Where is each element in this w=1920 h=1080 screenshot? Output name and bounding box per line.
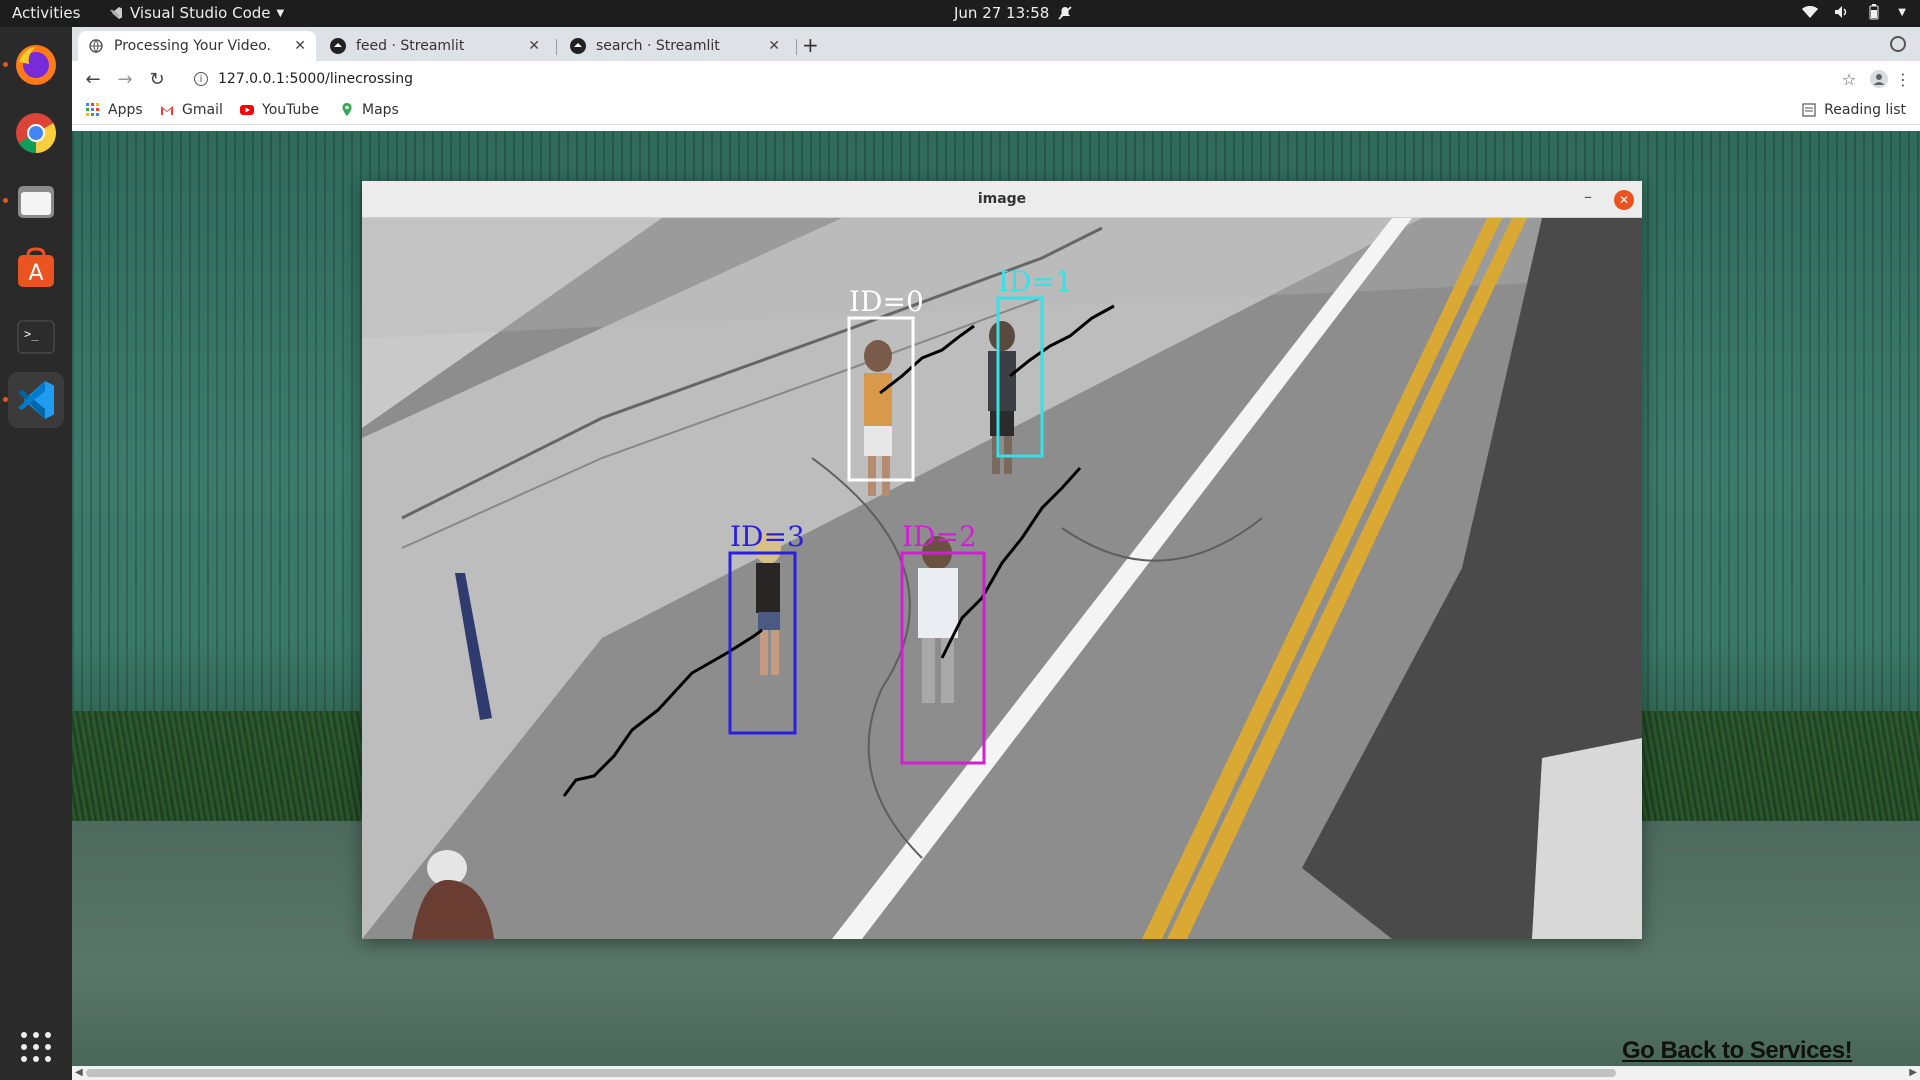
curb-corner xyxy=(1532,738,1642,939)
label-id-0: ID=0 xyxy=(849,285,924,318)
opencv-image-window: image – ✕ ID=0 ID=1 ID=2 ID=3 xyxy=(362,181,1642,939)
battery-icon xyxy=(1866,4,1882,20)
bookmark-youtube[interactable]: YouTube xyxy=(240,102,319,118)
bookmarks-bar: Apps Gmail YouTube Maps Reading list xyxy=(72,97,1920,125)
tab-title: feed · Streamlit xyxy=(356,38,465,54)
files-icon xyxy=(18,186,54,218)
vscode-small-icon xyxy=(108,5,124,21)
back-arrow-icon[interactable]: ← xyxy=(82,68,104,90)
dock-firefox[interactable] xyxy=(8,37,64,93)
vscode-icon xyxy=(18,381,54,419)
tab-strip: Processing Your Video. ✕ feed · Streamli… xyxy=(72,27,1920,61)
dock-files[interactable] xyxy=(8,173,64,229)
bookmark-label: YouTube xyxy=(262,102,319,118)
profile-avatar-icon[interactable] xyxy=(1868,68,1890,90)
activities-button[interactable]: Activities xyxy=(12,4,80,22)
reading-list-icon xyxy=(1802,103,1816,117)
volume-icon xyxy=(1834,4,1850,20)
running-indicator xyxy=(3,397,8,402)
tab-separator xyxy=(796,39,797,55)
label-id-1: ID=1 xyxy=(998,265,1073,298)
chrome-window: Processing Your Video. ✕ feed · Streamli… xyxy=(72,27,1920,1080)
tab-title: Processing Your Video. xyxy=(114,38,271,54)
url-text: 127.0.0.1:5000/linecrossing xyxy=(218,71,414,87)
dock: A >_ xyxy=(0,27,72,1080)
tab-title: search · Streamlit xyxy=(596,38,720,54)
go-back-link[interactable]: Go Back to Services! xyxy=(1622,1037,1853,1065)
forward-arrow-icon[interactable]: → xyxy=(114,68,136,90)
system-tray[interactable]: ▼ xyxy=(1802,4,1906,20)
notifications-muted-icon xyxy=(1057,5,1073,21)
dock-terminal[interactable]: >_ xyxy=(8,309,64,365)
window-title: image xyxy=(977,191,1027,207)
show-applications-button[interactable] xyxy=(18,1029,54,1065)
dock-chrome[interactable] xyxy=(8,105,64,161)
video-frame: ID=0 ID=1 ID=2 ID=3 xyxy=(362,218,1642,939)
clock[interactable]: Jun 27 13:58 xyxy=(954,4,1073,22)
address-bar[interactable]: i 127.0.0.1:5000/linecrossing xyxy=(180,65,1820,93)
gmail-icon xyxy=(161,106,173,115)
reload-icon[interactable]: ↻ xyxy=(146,68,168,90)
scroll-right-arrow-icon[interactable]: ▶ xyxy=(1909,1067,1917,1078)
wifi-icon xyxy=(1802,4,1819,20)
system-top-bar: Activities Visual Studio Code ▼ Jun 27 1… xyxy=(0,0,1920,27)
firefox-icon xyxy=(16,45,56,85)
close-tab-icon[interactable]: ✕ xyxy=(768,38,780,54)
browser-toolbar: ← → ↻ i 127.0.0.1:5000/linecrossing ☆ ⋮ xyxy=(72,61,1920,97)
dock-software[interactable]: A xyxy=(8,241,64,297)
app-menu[interactable]: Visual Studio Code ▼ xyxy=(108,4,284,22)
power-menu-chevron-icon: ▼ xyxy=(1898,6,1906,18)
running-indicator xyxy=(3,62,8,67)
apps-grid-icon xyxy=(86,103,99,116)
bookmark-apps[interactable]: Apps xyxy=(86,102,143,118)
running-indicator xyxy=(3,198,8,203)
streamlit-icon xyxy=(570,38,586,54)
reading-list-label: Reading list xyxy=(1824,102,1906,118)
close-window-icon[interactable]: ✕ xyxy=(1614,190,1634,210)
bookmark-maps[interactable]: Maps xyxy=(340,102,399,118)
tab-search-icon[interactable] xyxy=(1890,36,1906,52)
clock-text: Jun 27 13:58 xyxy=(954,4,1050,22)
label-id-2: ID=2 xyxy=(902,520,977,553)
reading-list-button[interactable]: Reading list xyxy=(1802,102,1906,118)
bookmark-label: Gmail xyxy=(182,102,223,118)
window-titlebar: image – ✕ xyxy=(362,181,1642,218)
streamlit-icon xyxy=(330,38,346,54)
svg-text:>_: >_ xyxy=(24,327,39,341)
scroll-left-arrow-icon[interactable]: ◀ xyxy=(75,1067,83,1078)
software-store-icon: A xyxy=(18,247,54,287)
tab-separator xyxy=(556,39,557,55)
page-background: image – ✕ ID=0 ID=1 ID=2 ID=3 Go Back to… xyxy=(72,131,1920,1066)
scrollbar-thumb[interactable] xyxy=(86,1069,1616,1077)
chevron-down-icon: ▼ xyxy=(276,7,285,19)
app-name: Visual Studio Code xyxy=(130,4,271,22)
bookmark-label: Apps xyxy=(108,102,143,118)
site-info-icon[interactable]: i xyxy=(194,72,208,86)
tab-processing-video[interactable]: Processing Your Video. ✕ xyxy=(78,31,316,61)
bookmark-gmail[interactable]: Gmail xyxy=(160,102,223,118)
maps-icon xyxy=(342,103,352,116)
label-id-3: ID=3 xyxy=(730,520,805,553)
minimize-icon[interactable]: – xyxy=(1584,187,1592,206)
kebab-menu-icon[interactable]: ⋮ xyxy=(1892,68,1914,90)
dock-vscode[interactable] xyxy=(8,372,64,428)
close-tab-icon[interactable]: ✕ xyxy=(528,38,540,54)
tab-feed-streamlit[interactable]: feed · Streamlit ✕ xyxy=(320,31,550,61)
horizontal-scrollbar[interactable]: ◀ ▶ xyxy=(72,1066,1920,1080)
bookmark-label: Maps xyxy=(362,102,399,118)
bookmark-star-icon[interactable]: ☆ xyxy=(1838,68,1860,90)
svg-text:A: A xyxy=(28,261,43,286)
globe-icon xyxy=(88,38,104,54)
terminal-icon: >_ xyxy=(17,320,55,354)
youtube-icon xyxy=(240,105,254,115)
close-tab-icon[interactable]: ✕ xyxy=(294,38,306,54)
tab-search-streamlit[interactable]: search · Streamlit ✕ xyxy=(560,31,790,61)
chrome-icon xyxy=(16,113,56,153)
new-tab-button[interactable]: + xyxy=(802,33,819,57)
